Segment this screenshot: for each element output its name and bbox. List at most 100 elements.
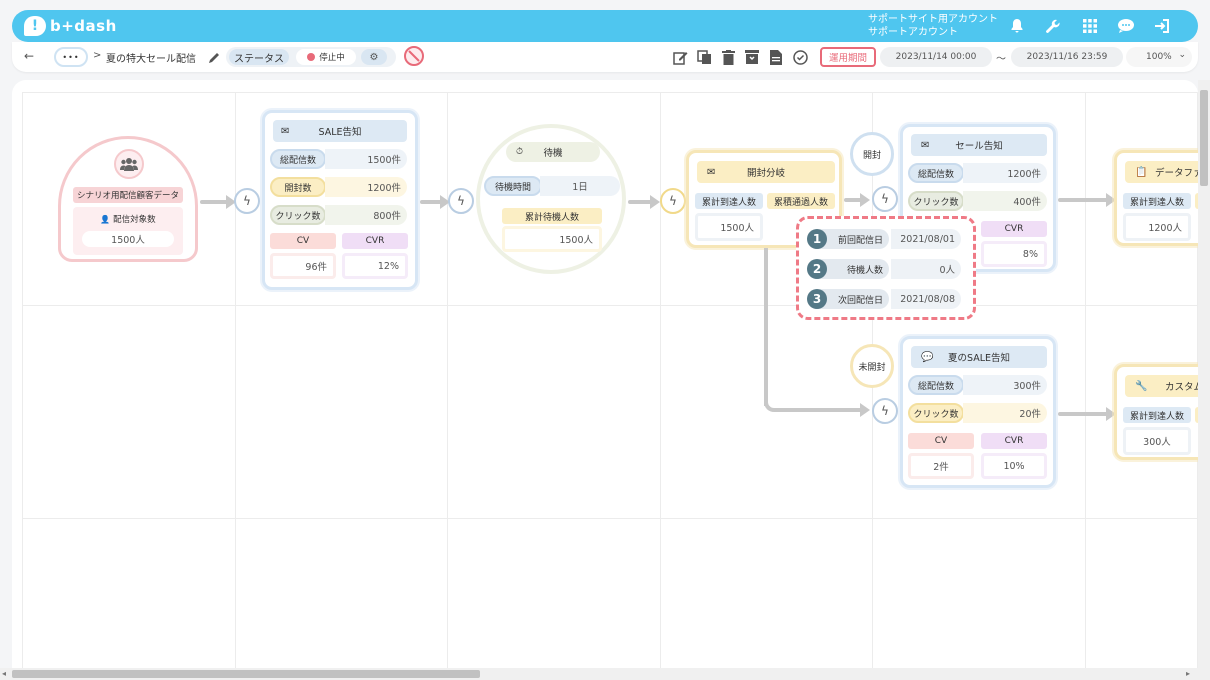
stop-icon	[307, 53, 316, 61]
no-sending-icon[interactable]	[404, 46, 424, 66]
check-circle-icon[interactable]	[792, 49, 808, 65]
grid-line	[1085, 93, 1086, 669]
summer-sale-title: 夏のSALE告知	[947, 353, 1010, 364]
scenario-canvas[interactable]: シナリオ用配信顧客データ 👤 配信対象数 1500人 ϟ ✉ SALE告知 総配…	[12, 80, 1198, 670]
audience-target-box: 👤 配信対象数 1500人	[73, 207, 183, 255]
person-icon: 👤	[100, 215, 111, 224]
archive-icon[interactable]	[744, 49, 760, 65]
sale-mail-title: セール告知	[955, 141, 1003, 152]
summer-sale-value-0: 300件	[963, 375, 1047, 395]
chat-bubble-icon: 💬	[921, 351, 934, 363]
summer-sale-node[interactable]: 💬 夏のSALE告知 総配信数 300件 クリック数 20件 CV CVR 2件…	[900, 336, 1056, 488]
mail-icon: ✉	[921, 139, 930, 151]
end-datetime-field[interactable]: 2023/11/16 23:59	[1011, 47, 1123, 67]
scroll-left-arrow-icon[interactable]: ◂	[2, 669, 6, 678]
open-branch-header: ✉ 開封分岐	[697, 161, 835, 183]
custom-node-reach-value: 300人	[1123, 427, 1191, 455]
sale-notice-header: ✉ SALE告知	[273, 120, 407, 142]
wrench-icon: 🔧	[1135, 380, 1148, 392]
opened-pin: 開封	[850, 132, 894, 176]
summer-sale-label-1: クリック数	[908, 403, 964, 423]
popup-value-previous: 2021/08/01	[891, 229, 961, 249]
delivery-info-popup: 前回配信日 2021/08/01 1 待機人数 0人 2 次回配信日 2021/…	[796, 216, 976, 320]
copy-icon[interactable]	[696, 49, 712, 65]
vertical-scrollbar[interactable]	[1198, 80, 1210, 668]
trigger-bolt-icon[interactable]: ϟ	[448, 188, 474, 214]
wrench-icon[interactable]	[1043, 16, 1063, 36]
audience-target-value: 1500人	[82, 231, 174, 247]
sale-mail-label-1: クリック数	[908, 191, 964, 211]
chat-icon[interactable]	[1116, 16, 1136, 36]
users-icon	[114, 149, 144, 179]
data-node-title: データファ	[1155, 168, 1198, 179]
popup-row-next: 次回配信日 2021/08/08 3	[807, 288, 961, 310]
zoom-select[interactable]: 100% ⌄	[1126, 47, 1192, 67]
more-button[interactable]: •••	[54, 47, 88, 67]
zoom-value: 100%	[1146, 52, 1172, 62]
sale-notice-value-2: 800件	[325, 205, 407, 225]
trigger-bolt-icon[interactable]: ϟ	[234, 188, 260, 214]
wait-header: ⏱ 待機	[506, 142, 600, 162]
status-badge[interactable]: 停止中	[296, 49, 356, 65]
clipboard-icon: 📋	[1135, 166, 1148, 178]
open-branch-pass-label: 累積通過人数	[767, 193, 835, 209]
sale-notice-cvr-value: 12%	[342, 253, 408, 279]
open-branch-title: 開封分岐	[746, 168, 785, 179]
data-node[interactable]: 📋 データファ 累計到達人数 1200人	[1114, 150, 1198, 246]
logo-text: b+dash	[50, 17, 117, 35]
summer-sale-header: 💬 夏のSALE告知	[911, 346, 1047, 368]
flow-arrow	[628, 195, 660, 209]
unopened-pin: 未開封	[850, 344, 894, 388]
edit-icon[interactable]	[672, 49, 688, 65]
horizontal-scroll-thumb[interactable]	[12, 670, 480, 678]
pencil-icon[interactable]	[208, 49, 222, 63]
envelope-open-icon: ✉	[707, 166, 716, 178]
audience-target-label-row: 👤 配信対象数	[73, 213, 183, 225]
sale-mail-cvr-value: 8%	[981, 241, 1047, 267]
trigger-bolt-icon[interactable]: ϟ	[660, 188, 686, 214]
custom-node-reach-label: 累計到達人数	[1123, 407, 1191, 423]
summer-sale-cvr-label: CVR	[981, 433, 1047, 449]
wait-title: 待機	[543, 148, 563, 159]
grid-icon[interactable]	[1080, 16, 1100, 36]
scenario-title: 夏の特大セール配信	[106, 54, 196, 65]
horizontal-scrollbar[interactable]: ◂ ▸	[0, 668, 1210, 680]
popup-value-next: 2021/08/08	[891, 289, 961, 309]
grid-line	[23, 305, 1197, 306]
summer-sale-cv-value: 2件	[908, 453, 974, 479]
popup-row-previous: 前回配信日 2021/08/01 1	[807, 228, 961, 250]
grid-line	[235, 93, 236, 669]
status-settings-gear-icon[interactable]: ⚙	[361, 49, 387, 65]
trigger-bolt-icon[interactable]: ϟ	[872, 398, 898, 424]
number-badge-2: 2	[807, 259, 827, 279]
trigger-bolt-icon[interactable]: ϟ	[872, 186, 898, 212]
custom-node[interactable]: 🔧 カスタム 累計到達人数 300人	[1114, 364, 1198, 460]
audience-target-label: 配信対象数	[113, 215, 156, 225]
bell-icon[interactable]	[1007, 16, 1027, 36]
flow-arrow	[844, 193, 870, 207]
status-value: 停止中	[319, 53, 345, 63]
app-logo[interactable]: ! b+dash	[24, 14, 117, 38]
sale-notice-node[interactable]: ✉ SALE告知 総配信数 1500件 開封数 1200件 クリック数 800件…	[262, 110, 418, 290]
document-icon[interactable]	[768, 49, 784, 65]
account-info[interactable]: サポートサイト用アカウント サポートアカウント	[868, 13, 998, 39]
chevron-down-icon: ⌄	[1178, 50, 1186, 60]
start-datetime-field[interactable]: 2023/11/14 00:00	[880, 47, 992, 67]
trash-icon[interactable]	[720, 49, 736, 65]
open-branch-reach-label: 累計到達人数	[695, 193, 763, 209]
flow-arrow	[1058, 407, 1116, 421]
account-line-1: サポートサイト用アカウント	[868, 14, 998, 25]
logout-icon[interactable]	[1152, 16, 1172, 36]
open-branch-reach-value: 1500人	[695, 213, 763, 241]
sale-notice-label-1: 開封数	[270, 177, 326, 197]
back-button[interactable]: ←	[24, 49, 34, 63]
sale-notice-value-1: 1200件	[325, 177, 407, 197]
wait-time-value: 1日	[540, 176, 620, 196]
scroll-right-arrow-icon[interactable]: ▸	[1186, 669, 1190, 678]
wait-node[interactable]: ⏱ 待機 待機時間 1日 累計待機人数 1500人	[476, 124, 626, 274]
number-badge-3: 3	[807, 289, 827, 309]
number-badge-1: 1	[807, 229, 827, 249]
sale-mail-value-1: 400件	[963, 191, 1047, 211]
flow-arrow	[768, 403, 870, 417]
vertical-scroll-thumb[interactable]	[1200, 90, 1208, 186]
